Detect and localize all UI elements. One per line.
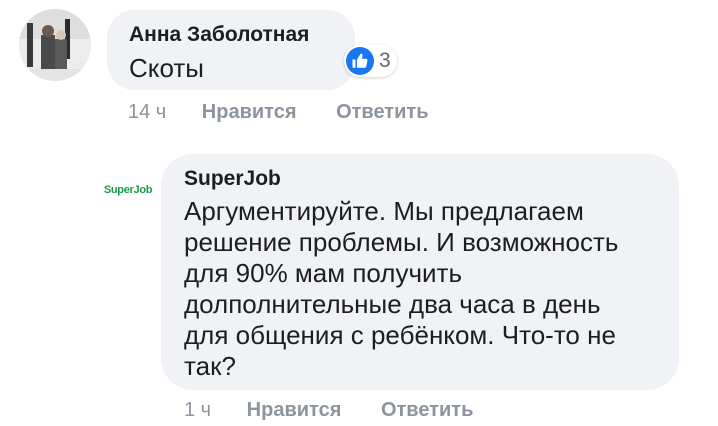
- superjob-logo: SuperJob: [103, 184, 153, 196]
- comment-text: Аргументируйте. Мы предлагаем решение пр…: [184, 196, 619, 381]
- comment-thread: Анна Заболотная Скоты 3 14 ч Нравится От…: [0, 0, 718, 426]
- comment-bubble: SuperJob Аргументируйте. Мы предлагаем р…: [161, 154, 679, 390]
- user-photo-icon: [19, 9, 91, 81]
- comment-actions: 14 ч Нравится Ответить: [128, 101, 462, 124]
- comment-timestamp[interactable]: 1 ч: [184, 399, 211, 422]
- like-button[interactable]: Нравится: [202, 101, 297, 124]
- comment-author[interactable]: SuperJob: [184, 167, 281, 191]
- comment-author[interactable]: Анна Заболотная: [129, 23, 309, 47]
- like-button[interactable]: Нравится: [247, 399, 342, 422]
- avatar[interactable]: SuperJob: [96, 158, 160, 222]
- comment-actions: 1 ч Нравится Ответить: [184, 399, 507, 422]
- reaction-summary[interactable]: 3: [344, 45, 397, 77]
- comment-bubble: Анна Заболотная Скоты: [107, 10, 355, 90]
- comment-timestamp[interactable]: 14 ч: [128, 101, 166, 124]
- reaction-count: 3: [379, 49, 391, 72]
- avatar[interactable]: [19, 9, 91, 81]
- comment-text: Скоты: [129, 53, 204, 83]
- reply-button[interactable]: Ответить: [336, 101, 428, 124]
- like-icon: [346, 47, 374, 75]
- reply-button[interactable]: Ответить: [381, 399, 473, 422]
